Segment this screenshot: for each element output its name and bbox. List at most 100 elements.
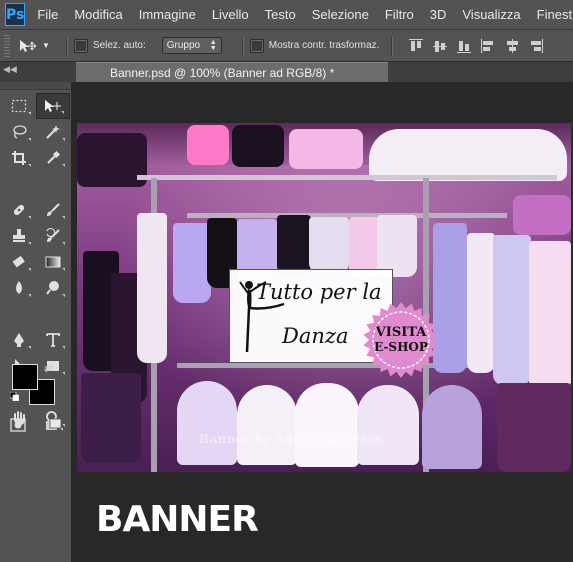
options-grip[interactable] [4, 34, 10, 57]
document-canvas[interactable]: Tutto per la Danza VISITA E-SHOP Banner … [77, 123, 571, 472]
garment [173, 223, 211, 303]
dodge-tool[interactable] [36, 275, 70, 301]
pen-icon [14, 333, 24, 347]
move-icon [20, 39, 37, 52]
lasso-tool[interactable] [2, 119, 36, 145]
move-tool[interactable] [36, 93, 70, 119]
menu-visualizza[interactable]: Visualizza [462, 7, 520, 22]
garment [493, 235, 531, 385]
spot-healing-tool[interactable] [2, 197, 36, 223]
shelf-goods [187, 125, 229, 165]
shelf-goods [369, 129, 567, 181]
eraser-tool[interactable] [2, 249, 36, 275]
menu-finestra[interactable]: Finestra [537, 7, 573, 22]
default-colors-icon[interactable] [10, 392, 19, 401]
section-caption: BANNER [96, 499, 259, 540]
rack-rail [137, 175, 557, 180]
menu-3d[interactable]: 3D [430, 7, 447, 22]
swap-colors-icon[interactable]: ⇄ [44, 362, 53, 375]
garment [377, 215, 417, 277]
show-transform-checkbox[interactable] [249, 38, 264, 53]
auto-select-checkbox[interactable] [73, 38, 88, 53]
auto-select-value: Gruppo [166, 40, 201, 51]
clone-stamp-icon [13, 229, 25, 242]
menu-selezione[interactable]: Selezione [312, 7, 369, 22]
tool-preset-picker[interactable]: ▼ [18, 39, 50, 53]
divider [391, 35, 394, 56]
menu-filtro[interactable]: Filtro [385, 7, 414, 22]
quick-mask-icon [10, 418, 26, 432]
crop-tool[interactable] [2, 145, 36, 171]
align-vcenter-icon[interactable] [433, 39, 448, 53]
menu-modifica[interactable]: Modifica [74, 7, 122, 22]
stepper-arrows-icon: ▲ ▼ [209, 38, 217, 52]
chevron-down-icon: ▼ [42, 41, 50, 50]
garment [309, 217, 349, 273]
shelf-goods [513, 195, 571, 235]
banner-headline-line2: Danza [282, 324, 349, 348]
type-tool[interactable] [36, 327, 70, 353]
history-brush-icon [46, 228, 60, 242]
divider [65, 35, 68, 56]
document-tab[interactable]: Banner.psd @ 100% (Banner ad RGB/8) * [76, 62, 388, 82]
tools-panel: ⇄ [0, 82, 72, 562]
eshop-seal: VISITA E-SHOP [362, 301, 440, 379]
marquee-icon [11, 99, 27, 113]
magic-wand-tool[interactable] [36, 119, 70, 145]
garment [529, 241, 571, 391]
menu-testo[interactable]: Testo [265, 7, 296, 22]
banner-watermark: Banner by AgapeunoTeam [199, 432, 382, 446]
garment [357, 385, 419, 465]
menu-bar: Ps File Modifica Immagine Livello Testo … [0, 0, 573, 30]
divider [241, 35, 244, 56]
tools-panel-header[interactable] [0, 82, 71, 90]
app-logo: Ps [5, 3, 26, 26]
marquee-tool[interactable] [2, 93, 36, 119]
garment [497, 383, 571, 472]
history-brush-tool[interactable] [36, 223, 70, 249]
menu-livello[interactable]: Livello [212, 7, 249, 22]
seal-text-line2: E-SHOP [374, 340, 428, 354]
lasso-icon [13, 125, 27, 139]
garment [177, 381, 237, 465]
blur-tool[interactable] [2, 275, 36, 301]
quick-mask-tool[interactable] [8, 415, 28, 435]
spot-healing-icon [13, 204, 25, 216]
show-transform-label: Mostra contr. trasformaz. [268, 40, 380, 51]
move-icon [45, 100, 61, 112]
shelf-goods [289, 129, 363, 169]
garment [81, 373, 141, 463]
garment [237, 385, 297, 465]
align-bottom-icon[interactable] [457, 39, 472, 53]
garment [295, 383, 359, 467]
garment [467, 233, 495, 373]
align-hcenter-icon[interactable] [505, 38, 519, 53]
blur-icon [16, 281, 22, 294]
gradient-icon [45, 256, 61, 268]
eyedropper-tool[interactable] [36, 145, 70, 171]
gradient-tool[interactable] [36, 249, 70, 275]
garment [277, 215, 311, 275]
garment [137, 213, 167, 363]
brush-tool[interactable] [36, 197, 70, 223]
eraser-icon [12, 255, 25, 268]
align-top-icon[interactable] [409, 38, 424, 53]
align-left-icon[interactable] [481, 38, 495, 53]
screen-mode-tool[interactable] [40, 415, 68, 435]
pen-tool[interactable] [2, 327, 36, 353]
document-tab-strip: ◀◀ Banner.psd @ 100% (Banner ad RGB/8) * [0, 62, 573, 82]
align-right-icon[interactable] [529, 38, 544, 53]
seal-text-line1: VISITA [375, 325, 427, 340]
auto-select-label: Selez. auto: [92, 40, 146, 51]
dodge-icon [46, 281, 59, 295]
garment [422, 385, 482, 469]
color-swatches: ⇄ [10, 362, 60, 405]
shelf-goods [232, 125, 284, 167]
menu-immagine[interactable]: Immagine [139, 7, 196, 22]
brush-icon [47, 203, 60, 216]
clone-stamp-tool[interactable] [2, 223, 36, 249]
auto-select-dropdown[interactable]: Gruppo ▲ ▼ [161, 37, 222, 54]
foreground-color-swatch[interactable] [12, 364, 38, 390]
collapse-panel-icon[interactable]: ◀◀ [3, 64, 17, 75]
menu-file[interactable]: File [37, 7, 58, 22]
